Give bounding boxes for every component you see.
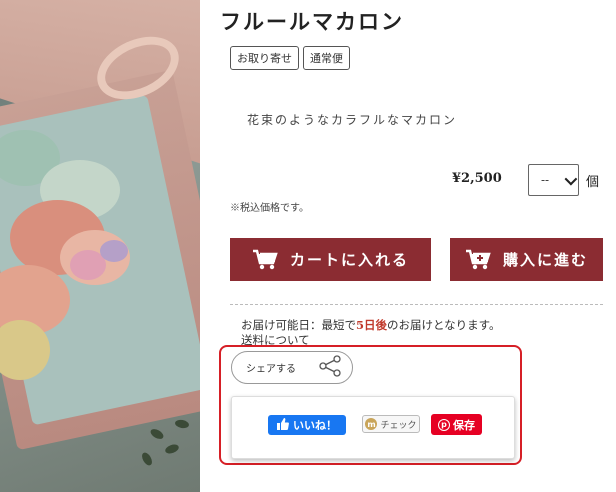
mixi-check-button[interactable]: m チェック (362, 415, 420, 433)
delivery-suffix: のお届けとなります。 (387, 318, 501, 332)
tag-regular-delivery: 通常便 (303, 46, 350, 70)
section-divider (230, 304, 603, 305)
delivery-prefix: お届け可能日：最短で (241, 318, 356, 332)
tax-note: ※税込価格です。 (230, 203, 309, 214)
delivery-days: 5日後 (356, 318, 388, 332)
pinterest-save-button[interactable]: p 保存 (431, 414, 482, 435)
add-to-cart-button[interactable]: カートに入れる (230, 238, 431, 281)
chevron-down-icon (564, 172, 578, 185)
product-description: 花束のようなカラフルなマカロン (247, 113, 458, 127)
product-image (0, 0, 200, 492)
mixi-icon: m (365, 418, 378, 430)
share-icon (318, 355, 342, 380)
product-title: フルールマカロン (220, 9, 404, 34)
proceed-to-purchase-label: 購入に進む (502, 251, 588, 269)
cart-plus-icon (465, 249, 491, 271)
share-label: シェアする (246, 364, 296, 375)
proceed-to-purchase-button[interactable]: 購入に進む (450, 238, 603, 281)
product-tags: お取り寄せ 通常便 (230, 46, 350, 70)
quantity-select[interactable]: -- (528, 164, 579, 196)
facebook-like-label: いいね！ (293, 419, 337, 432)
add-to-cart-label: カートに入れる (289, 251, 409, 269)
pinterest-icon: p (438, 418, 450, 431)
quantity-value: -- (541, 173, 550, 187)
mixi-check-label: チェック (380, 420, 417, 431)
delivery-info: お届け可能日：最短で5日後のお届けとなります。 (241, 317, 501, 333)
thumbs-up-icon (277, 417, 289, 433)
product-price: ¥2,500 (452, 171, 502, 186)
pinterest-save-label: 保存 (453, 418, 475, 432)
tag-otoriyose: お取り寄せ (230, 46, 299, 70)
quantity-unit: 個 (586, 175, 600, 190)
cart-icon (252, 249, 278, 271)
share-button[interactable]: シェアする (231, 351, 353, 384)
facebook-like-button[interactable]: いいね！ (268, 415, 346, 435)
